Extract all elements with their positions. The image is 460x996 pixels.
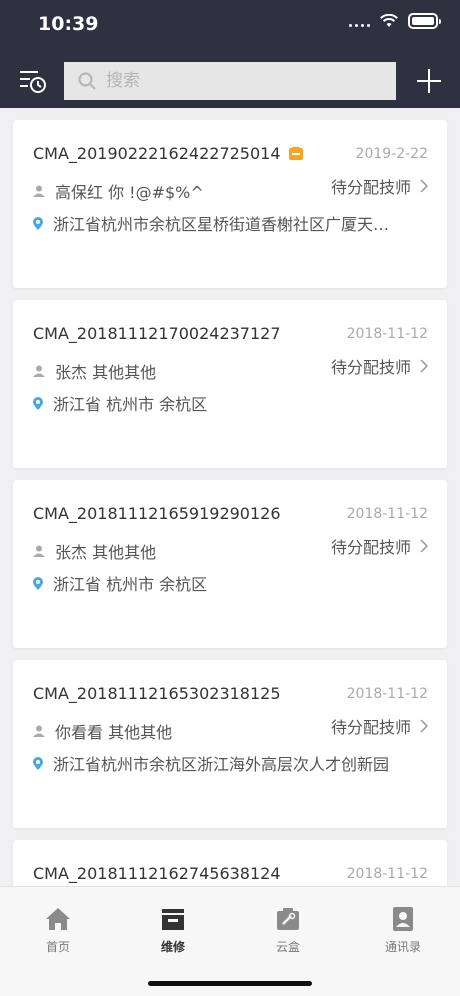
order-card[interactable]: CMA_20181112162745638124 2018-11-12 xyxy=(13,840,447,886)
add-icon[interactable] xyxy=(414,66,444,96)
customer-row: 你看看 其他其他 xyxy=(33,719,172,743)
customer-row: 高保红 你 !@#$%^ xyxy=(33,179,204,203)
chevron-right-icon xyxy=(420,719,429,733)
customer-name: 高保红 你 !@#$%^ xyxy=(55,183,204,202)
tab-home[interactable]: 首页 xyxy=(8,905,108,955)
order-id: CMA_20181112170024237127 xyxy=(33,324,281,343)
history-list-icon[interactable] xyxy=(18,66,48,96)
tab-label: 云盒 xyxy=(275,940,300,954)
order-date: 2018-11-12 xyxy=(346,866,428,882)
order-status: 待分配技师 xyxy=(330,358,411,377)
tab-contacts[interactable]: 通讯录 xyxy=(353,905,453,955)
status-row[interactable]: 待分配技师 xyxy=(331,174,429,198)
tab-cloud-box[interactable]: 云盒 xyxy=(238,905,338,955)
signal-icon xyxy=(349,15,370,27)
address-row: 浙江省 杭州市 余杭区 xyxy=(33,391,207,415)
order-date: 2018-11-12 xyxy=(346,326,428,342)
order-status: 待分配技师 xyxy=(330,178,411,197)
order-id: CMA_20190222162422725014 xyxy=(33,144,281,163)
order-id-row: CMA_20181112170024237127 xyxy=(33,324,281,343)
home-icon xyxy=(46,908,70,930)
order-id: CMA_20181112165302318125 xyxy=(33,684,281,703)
tab-label: 通讯录 xyxy=(384,940,421,954)
chevron-right-icon xyxy=(420,359,429,373)
order-list[interactable]: CMA_20190222162422725014 2019-2-22 高保红 你… xyxy=(0,108,460,886)
customer-row: 张杰 其他其他 xyxy=(33,359,156,383)
order-id-row: CMA_20181112165302318125 xyxy=(33,684,281,703)
order-card[interactable]: CMA_20190222162422725014 2019-2-22 高保红 你… xyxy=(13,120,447,288)
order-address: 浙江省 杭州市 余杭区 xyxy=(53,575,208,594)
order-address: 浙江省 杭州市 余杭区 xyxy=(53,395,208,414)
customer-name: 你看看 其他其他 xyxy=(55,723,173,742)
location-pin-icon xyxy=(33,216,43,230)
order-id: CMA_20181112165919290126 xyxy=(33,504,281,523)
order-tag-icon xyxy=(288,147,303,160)
bottom-tab-bar: 首页 维修 云盒 通讯录 xyxy=(0,886,460,996)
contacts-icon xyxy=(393,907,413,931)
top-bar: 10:39 xyxy=(0,0,460,108)
order-date: 2018-11-12 xyxy=(346,686,428,702)
location-pin-icon xyxy=(33,396,43,410)
chevron-right-icon xyxy=(420,179,429,193)
person-icon xyxy=(33,725,45,737)
cloud-box-icon xyxy=(277,908,299,930)
order-address: 浙江省杭州市余杭区浙江海外高层次人才创新园 xyxy=(53,755,390,774)
order-date: 2018-11-12 xyxy=(346,506,428,522)
status-row[interactable]: 待分配技师 xyxy=(331,714,429,738)
order-card[interactable]: CMA_20181112170024237127 2018-11-12 张杰 其… xyxy=(13,300,447,468)
order-date: 2019-2-22 xyxy=(355,146,428,162)
chevron-right-icon xyxy=(420,539,429,553)
wifi-icon xyxy=(380,14,398,27)
tab-label: 首页 xyxy=(45,940,70,954)
order-id: CMA_20181112162745638124 xyxy=(33,864,281,883)
address-row: 浙江省 杭州市 余杭区 xyxy=(33,571,207,595)
address-row: 浙江省杭州市余杭区浙江海外高层次人才创新园 xyxy=(33,751,389,775)
customer-name: 张杰 其他其他 xyxy=(55,363,157,382)
customer-name: 张杰 其他其他 xyxy=(55,543,157,562)
order-card[interactable]: CMA_20181112165302318125 2018-11-12 你看看 … xyxy=(13,660,447,828)
tab-label: 维修 xyxy=(160,940,185,954)
location-pin-icon xyxy=(33,756,43,770)
order-card[interactable]: CMA_20181112165919290126 2018-11-12 张杰 其… xyxy=(13,480,447,648)
battery-icon xyxy=(408,13,441,29)
search-bar[interactable] xyxy=(64,62,396,100)
tab-repair[interactable]: 维修 xyxy=(123,905,223,955)
person-icon xyxy=(33,545,45,557)
order-status: 待分配技师 xyxy=(330,718,411,737)
status-row[interactable]: 待分配技师 xyxy=(331,354,429,378)
home-indicator xyxy=(148,981,312,986)
order-id-row: CMA_20181112162745638124 xyxy=(33,864,281,883)
search-icon xyxy=(78,72,96,90)
status-row[interactable]: 待分配技师 xyxy=(331,534,429,558)
person-icon xyxy=(33,365,45,377)
repair-box-icon xyxy=(162,909,184,930)
order-address: 浙江省杭州市余杭区星桥街道香榭社区广厦天… xyxy=(53,215,390,234)
address-row: 浙江省杭州市余杭区星桥街道香榭社区广厦天… xyxy=(33,211,389,235)
order-id-row: CMA_20190222162422725014 xyxy=(33,144,303,163)
person-icon xyxy=(33,185,45,197)
customer-row: 张杰 其他其他 xyxy=(33,539,156,563)
location-pin-icon xyxy=(33,576,43,590)
status-time: 10:39 xyxy=(38,13,99,35)
order-status: 待分配技师 xyxy=(330,538,411,557)
order-id-row: CMA_20181112165919290126 xyxy=(33,504,281,523)
status-icons xyxy=(349,13,441,29)
search-input[interactable] xyxy=(106,71,386,91)
